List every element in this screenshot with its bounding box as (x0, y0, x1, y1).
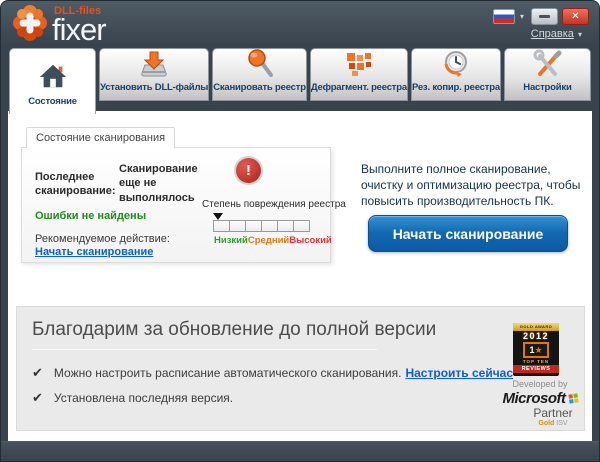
check-icon: ✔ (32, 365, 43, 380)
gold-award-ribbon: GOLD AWARD (513, 323, 559, 331)
last-scan-value: Сканирование еще не выполнялось (119, 163, 198, 204)
damage-high-label: Высокий (289, 235, 332, 246)
tab-backup-registry[interactable]: Рез. копир. реестра (410, 48, 501, 101)
list-item-text: Можно настроить расписание автоматическо… (53, 366, 402, 380)
list-item: ✔ Можно настроить расписание автоматичес… (32, 365, 513, 381)
list-item: ✔ Установлена последняя версия. (32, 390, 513, 406)
scan-registry-icon (244, 48, 276, 80)
gold-label: Gold (538, 420, 555, 428)
warning-icon: ! (236, 158, 261, 183)
damage-medium-label: Средний (247, 235, 290, 246)
title-bar: DLL-files fixer ▾ ✕ Справка ▾ (1, 1, 599, 45)
language-caret-icon[interactable]: ▾ (520, 12, 524, 21)
language-flag-button[interactable] (492, 9, 515, 24)
gauge-cell (229, 220, 246, 232)
last-scan-label: Последнее сканирование: (35, 171, 116, 198)
install-dll-icon (138, 48, 170, 80)
gauge-marker-icon (213, 213, 223, 220)
top-ten-logo-icon: 1★ (523, 342, 549, 358)
top-ten-text: TOP TEN (522, 359, 550, 364)
tab-settings-label: Настройки (523, 82, 572, 93)
gauge-cell (261, 220, 278, 232)
upgrade-title: Благодарим за обновление до полной верси… (32, 319, 437, 340)
microsoft-brand-label: Microsoft (502, 390, 567, 407)
help-menu[interactable]: Справка ▾ (531, 28, 585, 40)
backup-registry-icon (440, 48, 472, 80)
reviews-text: REVIEWS (513, 365, 559, 373)
minimize-button[interactable] (531, 8, 558, 25)
start-scan-link[interactable]: Начать сканирование (35, 246, 153, 258)
scan-description-text: Выполните полное сканирование, очистку и… (361, 162, 581, 209)
recommended-action-label: Рекомендуемое действие: (35, 233, 170, 245)
gear-logo-icon (11, 3, 49, 48)
defrag-registry-icon (343, 48, 375, 80)
configure-now-link[interactable]: Настроить сейчас (405, 366, 513, 380)
microsoft-pinwheel-icon (567, 393, 579, 404)
check-icon: ✔ (32, 390, 43, 405)
tab-install-dll[interactable]: Установить DLL-файлы (99, 48, 210, 101)
home-icon (38, 58, 68, 94)
tab-backup-registry-label: Рез. копир. реестра (411, 82, 500, 93)
isv-label: ISV (556, 420, 568, 428)
title-divider (32, 349, 377, 350)
microsoft-partner-block: Developed by Microsoft Partner Gold ISV (485, 379, 595, 427)
tab-status-label: Состояние (28, 96, 77, 107)
registry-damage-label: Степень повреждения реестра (202, 199, 346, 210)
help-label[interactable]: Справка (531, 28, 574, 40)
close-button[interactable]: ✕ (562, 8, 589, 25)
tab-scan-registry-label: Сканировать реестр (213, 82, 306, 93)
gauge-cell (293, 220, 310, 232)
tab-defrag-registry[interactable]: Дефрагмент. реестра (309, 48, 408, 101)
damage-low-label: Низкий (214, 235, 248, 246)
start-scan-button[interactable]: Начать сканирование (368, 215, 568, 252)
partner-label: Partner (533, 406, 573, 420)
gauge-cell (213, 220, 230, 232)
top-ten-reviews-award-badge: GOLD AWARD 2012 1★ TOP TEN REVIEWS (513, 323, 559, 376)
gauge-cell (277, 220, 294, 232)
settings-icon (531, 48, 563, 80)
brand-main-label: fixer (52, 12, 107, 47)
developed-by-label: Developed by (512, 379, 568, 389)
errors-status-text: Ошибки не найдены (35, 210, 147, 222)
star-icon: ★ (534, 345, 543, 355)
tab-settings[interactable]: Настройки (503, 48, 591, 101)
minimize-icon (539, 15, 550, 18)
award-year: 2012 (522, 331, 550, 341)
scan-status-panel: Последнее сканирование: Сканирование еще… (21, 147, 346, 263)
main-content: Состояние сканирования Последнее сканиро… (8, 111, 592, 441)
gauge-cell (245, 220, 262, 232)
scan-status-group-label: Состояние сканирования (26, 127, 176, 148)
tab-status[interactable]: Состояние (9, 48, 97, 114)
list-item-text: Установлена последняя версия. (53, 391, 234, 405)
help-caret-icon: ▾ (577, 30, 582, 39)
tab-scan-registry[interactable]: Сканировать реестр (212, 48, 307, 101)
tab-install-dll-label: Установить DLL-файлы (100, 82, 209, 93)
window-footer (1, 441, 599, 461)
damage-gauge: Низкий Средний Высокий (213, 213, 332, 246)
main-tab-bar: Состояние Установить DLL-файлы Сканирова… (1, 45, 599, 114)
upgrade-items-list: ✔ Можно настроить расписание автоматичес… (32, 365, 513, 415)
upgrade-panel: Благодарим за обновление до полной верси… (16, 306, 585, 431)
tab-defrag-registry-label: Дефрагмент. реестра (310, 82, 407, 93)
app-logo: DLL-files fixer (11, 3, 107, 48)
app-window: DLL-files fixer ▾ ✕ Справка ▾ Состояние … (0, 0, 600, 462)
